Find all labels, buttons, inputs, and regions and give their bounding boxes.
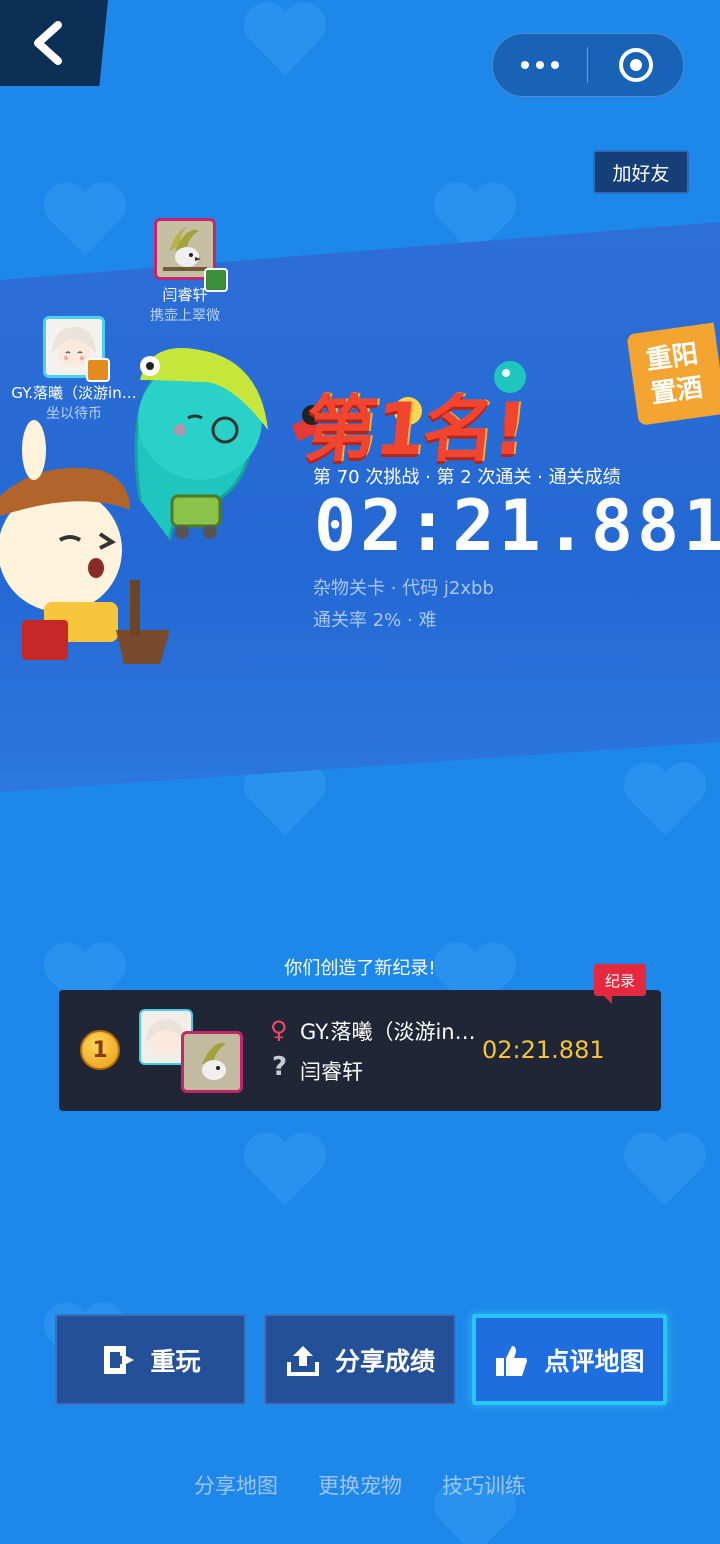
review-map-button[interactable]: 点评地图 [472, 1314, 667, 1405]
add-friend-button[interactable]: 加好友 [593, 150, 689, 194]
replay-button[interactable]: 重玩 [55, 1314, 246, 1405]
heart-icon [243, 1132, 327, 1206]
pass-rate: 通关率 2% · 难 [313, 610, 437, 631]
back-button[interactable] [0, 0, 108, 86]
chevron-left-icon [34, 21, 62, 65]
heart-icon [623, 762, 707, 836]
bottom-links: 分享地图 更换宠物 技巧训练 [0, 1470, 720, 1500]
record-rank: 1 [92, 1037, 108, 1063]
change-pet-link[interactable]: 更换宠物 [318, 1470, 402, 1500]
target-icon [618, 48, 653, 82]
heart-icon [623, 1132, 707, 1206]
female-icon: ♀ [270, 1016, 288, 1044]
share-map-link[interactable]: 分享地图 [194, 1470, 278, 1500]
capsule-menu [492, 33, 684, 97]
characters-illustration [0, 348, 268, 664]
rank-title: 第1名! [300, 387, 529, 471]
gold-medal-icon: 1 [80, 1030, 120, 1070]
heart-icon [43, 182, 127, 256]
review-map-label: 点评地图 [544, 1346, 645, 1376]
share-result-label: 分享成绩 [334, 1346, 435, 1376]
bird-avatar-icon [202, 1042, 226, 1080]
skill-training-link[interactable]: 技巧训练 [442, 1470, 526, 1500]
level-info: 杂物关卡 · 代码 j2xbb [313, 578, 494, 599]
close-miniprogram-button[interactable] [588, 47, 683, 83]
share-result-button[interactable]: 分享成绩 [264, 1314, 456, 1405]
replay-icon [104, 1345, 135, 1374]
record-time: 02:21.881 [482, 1036, 605, 1064]
dot-icon [551, 61, 559, 69]
record-player-1: GY.落曦（淡游in… [300, 1020, 476, 1044]
unknown-gender-icon: ? [272, 1052, 288, 1082]
thumbs-up-icon [496, 1345, 528, 1376]
level-badge-icon [204, 268, 228, 292]
share-icon [286, 1345, 319, 1376]
more-options-button[interactable] [493, 61, 587, 69]
heart-icon [243, 2, 327, 76]
record-tag: 纪录 [594, 964, 646, 1004]
replay-label: 重玩 [150, 1346, 201, 1376]
dot-icon [536, 61, 544, 69]
record-player-2: 闫睿轩 [300, 1060, 363, 1084]
dot-icon [521, 61, 529, 69]
event-tag[interactable]: 重阳 置酒 [626, 322, 720, 426]
clear-time: 02:21.881 [314, 485, 720, 567]
player-card-1[interactable]: 闫睿轩 携壶上翠微 [130, 218, 240, 325]
record-avatar-2[interactable] [181, 1031, 243, 1093]
